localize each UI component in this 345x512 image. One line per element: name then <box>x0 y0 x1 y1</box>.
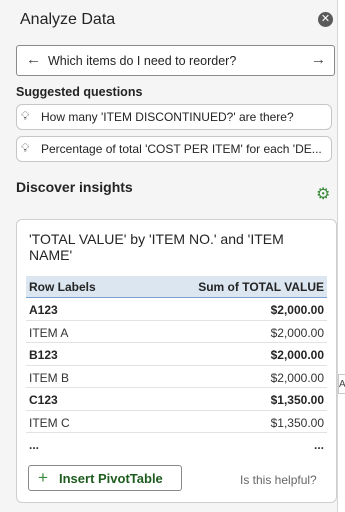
insight-card: 'TOTAL VALUE' by 'ITEM NO.' and 'ITEM NA… <box>16 219 337 503</box>
query-input[interactable]: ← Which items do I need to reorder? → <box>16 45 335 76</box>
lightbulb-icon: 💡︎ <box>21 141 30 155</box>
table-header: Row Labels Sum of TOTAL VALUE <box>26 276 327 298</box>
gear-icon[interactable]: ⚙ <box>316 184 330 204</box>
pivot-table-preview: Row Labels Sum of TOTAL VALUE A123 $2,00… <box>26 276 327 455</box>
suggested-question-1[interactable]: 💡︎ How many 'ITEM DISCONTINUED?' are the… <box>16 104 332 130</box>
table-row: A123 $2,000.00 <box>26 298 327 321</box>
analyze-data-pane: Analyze Data ✕ ← Which items do I need t… <box>0 0 338 512</box>
ellipsis-right: ... <box>313 438 324 452</box>
insight-card-title: 'TOTAL VALUE' by 'ITEM NO.' and 'ITEM NA… <box>29 231 284 263</box>
row-label: A123 <box>29 303 58 317</box>
helpful-feedback-link[interactable]: Is this helpful? <box>240 473 317 487</box>
row-label: ITEM B <box>29 370 70 385</box>
suggested-question-text: Percentage of total 'COST PER ITEM' for … <box>41 142 322 156</box>
row-value: $2,000.00 <box>270 303 324 317</box>
table-row: ITEM B $2,000.00 <box>26 366 327 388</box>
ellipsis-left: ... <box>29 438 40 452</box>
row-label: B123 <box>29 348 58 362</box>
column-header-row-labels: Row Labels <box>29 280 96 294</box>
table-row: B123 $2,000.00 <box>26 343 327 366</box>
row-label: ITEM C <box>29 415 70 430</box>
suggested-questions-label: Suggested questions <box>16 85 143 99</box>
plus-icon: + <box>38 468 48 487</box>
insert-pivottable-label: Insert PivotTable <box>59 471 163 486</box>
row-value: $2,000.00 <box>270 325 324 340</box>
row-label: ITEM A <box>29 325 69 340</box>
row-value: $2,000.00 <box>270 348 324 362</box>
table-row: C123 $1,350.00 <box>26 388 327 411</box>
column-header-sum-total-value: Sum of TOTAL VALUE <box>198 280 324 294</box>
row-value: $1,350.00 <box>270 415 324 430</box>
arrow-right-icon[interactable]: → <box>311 51 326 68</box>
lightbulb-icon: 💡︎ <box>21 109 30 123</box>
row-value: $2,000.00 <box>270 370 324 385</box>
arrow-left-icon[interactable]: ← <box>26 51 41 68</box>
sheet-edge-tag: A <box>338 374 345 394</box>
table-row: ITEM C $1,350.00 <box>26 411 327 433</box>
row-label: C123 <box>29 393 58 407</box>
query-text[interactable]: Which items do I need to reorder? <box>48 54 236 68</box>
table-row-ellipsis: ... ... <box>26 433 327 455</box>
discover-insights-label: Discover insights <box>16 179 133 195</box>
pane-title: Analyze Data <box>20 11 116 28</box>
suggested-question-text: How many 'ITEM DISCONTINUED?' are there? <box>41 110 294 124</box>
suggested-question-2[interactable]: 💡︎ Percentage of total 'COST PER ITEM' f… <box>16 136 332 162</box>
row-value: $1,350.00 <box>270 393 324 407</box>
table-row: ITEM A $2,000.00 <box>26 321 327 343</box>
insert-pivottable-button[interactable]: + Insert PivotTable <box>28 465 182 491</box>
close-icon[interactable]: ✕ <box>318 12 333 27</box>
